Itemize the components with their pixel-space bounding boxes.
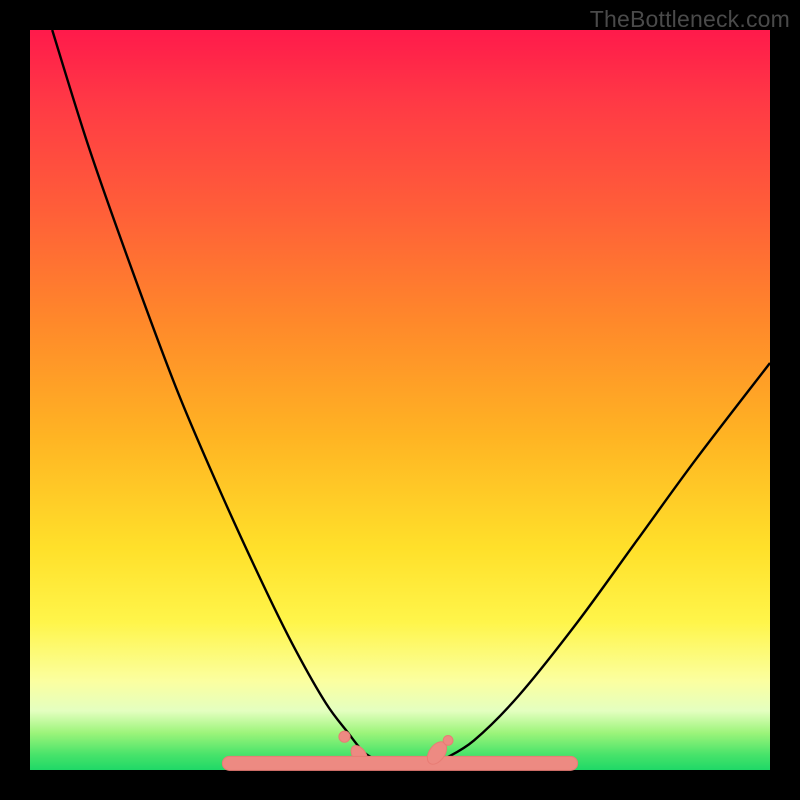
marker-0 — [339, 731, 350, 742]
marker-layer — [222, 731, 577, 770]
curve-layer — [52, 30, 770, 763]
plot-area — [30, 30, 770, 770]
chart-svg — [30, 30, 770, 770]
watermark-text: TheBottleneck.com — [590, 6, 790, 33]
curve-left-curve — [52, 30, 374, 759]
marker-2 — [222, 756, 577, 770]
chart-frame: TheBottleneck.com — [0, 0, 800, 800]
curve-right-curve — [444, 363, 770, 759]
marker-4 — [443, 736, 453, 746]
